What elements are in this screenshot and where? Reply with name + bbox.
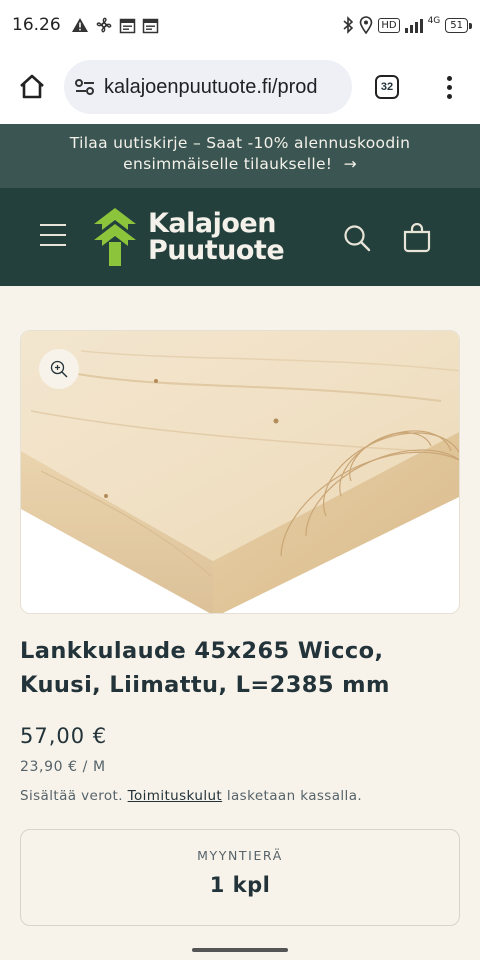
url-bar[interactable]: kalajoenpuutuote.fi/prod xyxy=(64,60,352,114)
tax-note: Sisältää verot. Toimituskulut lasketaan … xyxy=(20,788,362,804)
site-logo[interactable]: Kalajoen Puutuote xyxy=(92,208,285,266)
battery-icon: 51 xyxy=(445,17,472,33)
search-button[interactable] xyxy=(343,224,371,256)
fan-icon xyxy=(95,16,113,34)
lot-label: MYYNTIERÄ xyxy=(197,848,283,863)
signal-icon xyxy=(404,17,427,33)
menu-icon[interactable] xyxy=(40,224,66,246)
hd-icon: HD xyxy=(378,17,400,33)
product-image xyxy=(21,331,459,613)
unit-price: 23,90 € / M xyxy=(20,759,106,775)
site-header: Kalajoen Puutuote xyxy=(0,188,480,286)
warning-icon xyxy=(71,17,89,33)
calendar-icon xyxy=(142,17,159,34)
product-title-line1: Lankkulaude 45x265 Wicco, xyxy=(20,638,384,664)
status-bar: 16.26 HD 4G 51 xyxy=(0,0,480,50)
zoom-button[interactable] xyxy=(39,349,79,389)
arrow-right-icon: → xyxy=(343,155,357,173)
banner-line1: Tilaa uutiskirje – Saat -10% alennuskood… xyxy=(69,134,411,152)
more-vert-icon[interactable] xyxy=(422,75,476,99)
calendar-icon xyxy=(119,17,136,34)
cart-icon xyxy=(402,223,432,253)
tabs-button[interactable]: 32 xyxy=(352,75,422,99)
site-settings-icon[interactable] xyxy=(74,77,96,97)
product-title-line2: Kuusi, Liimattu, L=2385 mm xyxy=(20,672,390,698)
url-text[interactable]: kalajoenpuutuote.fi/prod xyxy=(104,76,318,99)
tabs-icon: 32 xyxy=(375,75,399,99)
search-icon xyxy=(343,224,371,252)
product-title: Lankkulaude 45x265 Wicco, Kuusi, Liimatt… xyxy=(20,634,460,702)
bluetooth-icon xyxy=(342,16,354,34)
cart-button[interactable] xyxy=(402,223,432,257)
location-icon xyxy=(359,16,373,34)
tax-prefix: Sisältää verot. xyxy=(20,788,123,804)
shipping-link[interactable]: Toimituskulut xyxy=(128,788,223,804)
zoom-in-icon xyxy=(50,360,68,378)
logo-line2: Puutuote xyxy=(148,235,285,266)
network-type: 4G xyxy=(427,15,441,26)
sales-lot-box: MYYNTIERÄ 1 kpl xyxy=(20,829,460,926)
tree-logo-icon xyxy=(92,208,138,266)
home-icon xyxy=(18,73,46,101)
home-button[interactable] xyxy=(0,50,64,124)
product-price: 57,00 € xyxy=(20,724,108,748)
browser-toolbar: kalajoenpuutuote.fi/prod 32 xyxy=(0,50,480,124)
gesture-bar[interactable] xyxy=(192,948,288,952)
banner-line2: ensimmäiselle tilaukselle! xyxy=(123,155,333,173)
logo-line1: Kalajoen xyxy=(148,208,276,239)
product-image-gallery[interactable] xyxy=(20,330,460,614)
lot-value: 1 kpl xyxy=(209,873,271,897)
tax-suffix: lasketaan kassalla. xyxy=(226,788,363,804)
newsletter-banner[interactable]: Tilaa uutiskirje – Saat -10% alennuskood… xyxy=(0,124,480,188)
status-time: 16.26 xyxy=(12,15,61,35)
